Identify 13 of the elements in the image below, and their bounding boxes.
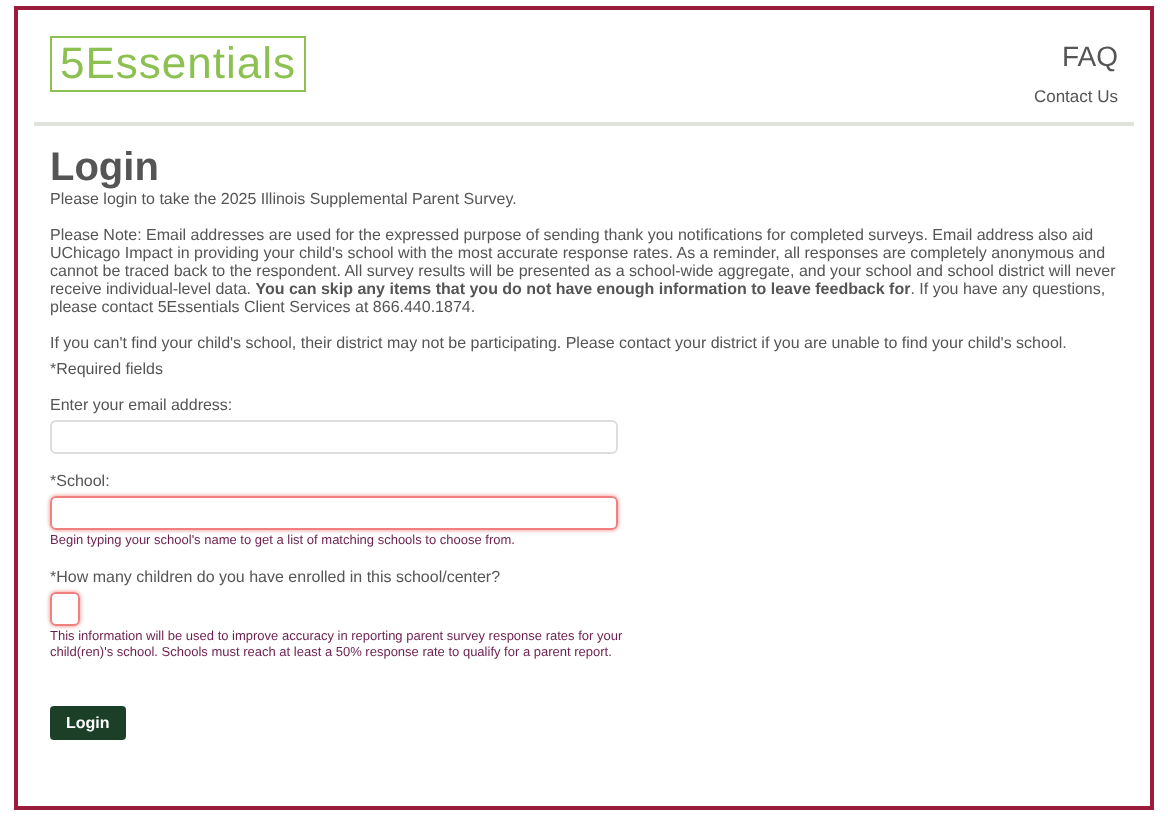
input-field[interactable] xyxy=(50,591,80,626)
notice-text: Please Note: Email addresses are used for the expressed purpose of sending thank you notifications for completed surveys. Email address also aid UChicago Impact in providing your child's school with the most accurate response rates. As a reminder, all responses are completely anonymous and cannot be traced back to the respondent. All survey results will be presented as a school-wide aggregate, and your school and school district will never receive individual-level data. You can skip any items that you do not have enough information to leave feedback for. If you have any questions, please contact 5Essentials Client Services at 866.440.1874. xyxy=(50,225,1118,316)
field-label: *School: xyxy=(50,471,112,490)
contact-link[interactable]: Contact Us xyxy=(1033,84,1118,110)
faq-link[interactable]: FAQ xyxy=(1061,40,1118,72)
required-note: *Required fields xyxy=(50,359,165,378)
field-label: Enter your email address: xyxy=(50,395,235,414)
login-button[interactable]: Login xyxy=(50,705,126,740)
page-title: Login xyxy=(50,145,161,190)
subtitle: Please login to take the 2025 Illinois Supplemental Parent Survey. xyxy=(50,189,519,208)
notice-text: If you can't find your child's school, their district may not be participating. Please contact your district if you are unable to find your child's school. xyxy=(50,333,1069,352)
field-label: *How many children do you have enrolled in this school/center? xyxy=(50,567,503,586)
input-field[interactable] xyxy=(50,495,618,530)
